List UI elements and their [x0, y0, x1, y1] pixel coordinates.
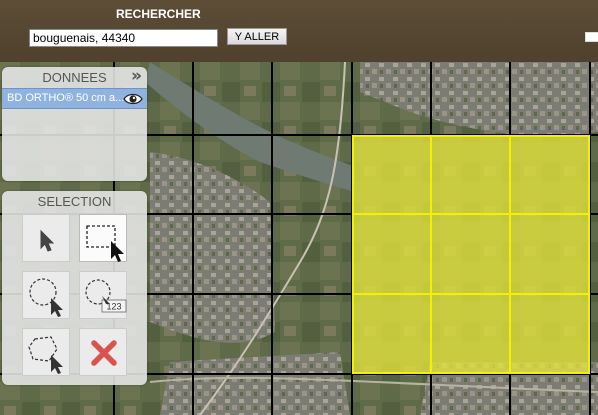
- go-button[interactable]: Y ALLER: [227, 28, 287, 45]
- clear-selection-tool[interactable]: [79, 328, 127, 376]
- circle-radius-select-tool[interactable]: 123: [79, 271, 127, 319]
- donnees-panel: DONNEES » BD ORTHO® 50 cm a...: [2, 66, 147, 181]
- search-bar: RECHERCHER Y ALLER: [0, 0, 598, 62]
- selection-grid-line: [509, 135, 511, 374]
- double-chevron-right-icon[interactable]: »: [131, 66, 142, 86]
- polygon-select-tool[interactable]: [22, 328, 70, 376]
- selected-tiles[interactable]: [352, 135, 590, 374]
- dashed-circle-radius-icon: 123: [85, 279, 127, 313]
- cursor-arrow-icon: [40, 229, 55, 252]
- layer-name: BD ORTHO® 50 cm a...: [7, 92, 125, 104]
- selection-grid-line: [352, 293, 590, 295]
- rectangle-select-tool[interactable]: [79, 214, 127, 262]
- selection-grid-line: [352, 213, 590, 215]
- donnees-title: DONNEES: [42, 70, 107, 85]
- selection-title: SELECTION: [37, 194, 112, 209]
- pointer-tool[interactable]: [22, 214, 70, 262]
- red-x-icon: [91, 340, 117, 366]
- selection-panel: SELECTION 123: [2, 191, 147, 385]
- selection-grid-line: [430, 135, 432, 374]
- eye-icon[interactable]: [123, 92, 143, 106]
- dashed-circle-cursor-icon: [29, 278, 63, 317]
- grid-line: [192, 62, 194, 415]
- search-input[interactable]: [29, 29, 218, 47]
- top-right-checkbox[interactable]: [585, 32, 598, 42]
- dashed-polygon-cursor-icon: [28, 336, 63, 374]
- grid-line: [271, 62, 273, 415]
- layer-item[interactable]: BD ORTHO® 50 cm a...: [2, 88, 147, 109]
- search-title: RECHERCHER: [116, 7, 201, 21]
- dashed-rectangle-cursor-icon: [86, 225, 124, 262]
- circle-select-tool[interactable]: [22, 271, 70, 319]
